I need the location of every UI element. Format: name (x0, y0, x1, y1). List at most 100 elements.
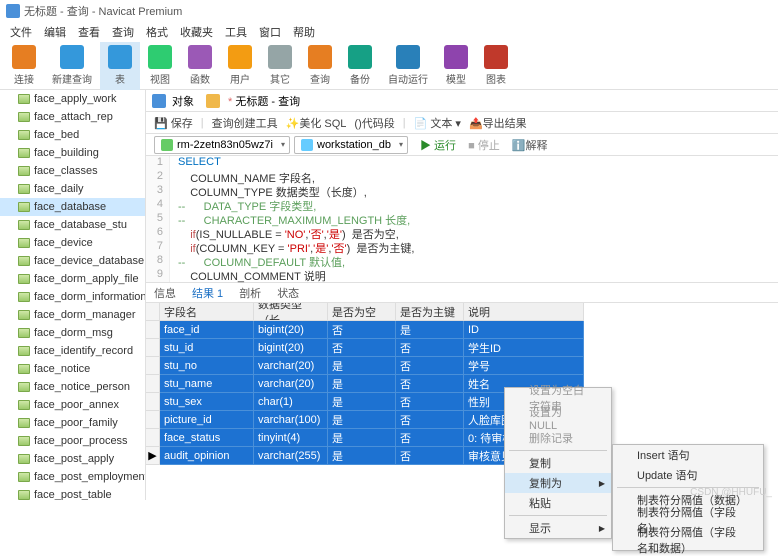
stop-button[interactable]: ■ 停止 (468, 137, 500, 153)
table-face_poor_annex[interactable]: face_poor_annex (0, 396, 145, 414)
run-button[interactable]: ▶ 运行 (420, 137, 456, 153)
menu-item[interactable]: 制表符分隔值（字段名） (613, 510, 763, 530)
table-face_post_table[interactable]: face_post_table (0, 486, 145, 500)
table-face_bed[interactable]: face_bed (0, 126, 145, 144)
cell[interactable]: audit_opinion (160, 447, 254, 465)
table-face_dorm_msg[interactable]: face_dorm_msg (0, 324, 145, 342)
result-tab-2[interactable]: 剖析 (239, 285, 261, 301)
menu-窗口[interactable]: 窗口 (253, 24, 287, 40)
cell[interactable]: varchar(20) (254, 357, 328, 375)
menu-编辑[interactable]: 编辑 (38, 24, 72, 40)
menu-格式[interactable]: 格式 (140, 24, 174, 40)
cell[interactable]: face_id (160, 321, 254, 339)
cell[interactable]: varchar(255) (254, 447, 328, 465)
table-face_classes[interactable]: face_classes (0, 162, 145, 180)
menu-item[interactable]: 显示▶ (505, 518, 611, 538)
menu-item[interactable]: 复制 (505, 453, 611, 473)
table-face_device_database[interactable]: face_device_database (0, 252, 145, 270)
cell[interactable]: stu_sex (160, 393, 254, 411)
result-tab-3[interactable]: 状态 (277, 285, 299, 301)
toolbar-other[interactable]: 其它 (260, 42, 300, 90)
table-face_apply_work[interactable]: face_apply_work (0, 90, 145, 108)
menu-文件[interactable]: 文件 (4, 24, 38, 40)
cell[interactable]: 否 (396, 429, 464, 447)
tab-object[interactable]: 对象 (172, 93, 194, 109)
menu-工具[interactable]: 工具 (219, 24, 253, 40)
col-header[interactable]: 是否为主键 (396, 303, 464, 321)
table-face_poor_family[interactable]: face_poor_family (0, 414, 145, 432)
cell[interactable]: 否 (396, 447, 464, 465)
cell[interactable]: stu_no (160, 357, 254, 375)
result-grid[interactable]: 字段名数据类型（长是否为空是否为主键说明face_idbigint(20)否是I… (146, 303, 778, 465)
cell[interactable]: bigint(20) (254, 339, 328, 357)
cell[interactable]: 是 (328, 393, 396, 411)
menu-帮助[interactable]: 帮助 (287, 24, 321, 40)
cell[interactable]: 否 (396, 357, 464, 375)
table-face_building[interactable]: face_building (0, 144, 145, 162)
context-menu[interactable]: 设置为空白字符串设置为 NULL删除记录复制复制为▶粘贴显示▶ (504, 387, 612, 539)
export-button[interactable]: 📤导出结果 (469, 115, 527, 131)
cell[interactable]: stu_id (160, 339, 254, 357)
cell[interactable]: ID (464, 321, 584, 339)
toolbar-chart[interactable]: 图表 (476, 42, 516, 90)
col-header[interactable]: 字段名 (160, 303, 254, 321)
db-dropdown[interactable]: workstation_db (294, 136, 408, 154)
cell[interactable]: bigint(20) (254, 321, 328, 339)
toolbar-backup[interactable]: 备份 (340, 42, 380, 90)
menu-item[interactable]: 制表符分隔值（字段名和数据） (613, 530, 763, 550)
query-builder-button[interactable]: 查询创建工具 (212, 115, 278, 131)
toolbar-auto[interactable]: 自动运行 (380, 42, 436, 90)
cell[interactable]: 是 (328, 375, 396, 393)
table-face_daily[interactable]: face_daily (0, 180, 145, 198)
table-face_poor_process[interactable]: face_poor_process (0, 432, 145, 450)
table-face_dorm_manager[interactable]: face_dorm_manager (0, 306, 145, 324)
cell[interactable]: varchar(100) (254, 411, 328, 429)
result-tab-1[interactable]: 结果 1 (192, 285, 223, 301)
menu-收藏夹[interactable]: 收藏夹 (174, 24, 219, 40)
toolbar-view[interactable]: 视图 (140, 42, 180, 90)
cell[interactable]: 是 (328, 429, 396, 447)
toolbar-newq[interactable]: 新建查询 (44, 42, 100, 90)
table-face_notice_person[interactable]: face_notice_person (0, 378, 145, 396)
menu-查询[interactable]: 查询 (106, 24, 140, 40)
cell[interactable]: char(1) (254, 393, 328, 411)
col-header[interactable]: 说明 (464, 303, 584, 321)
cell[interactable]: 学号 (464, 357, 584, 375)
toolbar-table[interactable]: 表 (100, 42, 140, 90)
cell[interactable]: 是 (328, 447, 396, 465)
menu-item[interactable]: Insert 语句 (613, 445, 763, 465)
table-face_device[interactable]: face_device (0, 234, 145, 252)
table-face_identify_record[interactable]: face_identify_record (0, 342, 145, 360)
cell[interactable]: tinyint(4) (254, 429, 328, 447)
cell[interactable]: 否 (396, 339, 464, 357)
table-face_post_apply[interactable]: face_post_apply (0, 450, 145, 468)
table-face_dorm_apply_file[interactable]: face_dorm_apply_file (0, 270, 145, 288)
table-face_database[interactable]: face_database (0, 198, 145, 216)
table-face_database_stu[interactable]: face_database_stu (0, 216, 145, 234)
cell[interactable]: varchar(20) (254, 375, 328, 393)
cell[interactable]: 学生ID (464, 339, 584, 357)
tab-query[interactable]: * 无标题 - 查询 (226, 93, 300, 109)
menu-item[interactable]: 粘贴 (505, 493, 611, 513)
table-face_attach_rep[interactable]: face_attach_rep (0, 108, 145, 126)
save-button[interactable]: 💾 保存 (154, 115, 193, 131)
text-button[interactable]: 📄 文本 ▾ (414, 115, 461, 131)
cell[interactable]: 否 (396, 411, 464, 429)
cell[interactable]: 否 (396, 393, 464, 411)
table-face_dorm_information[interactable]: face_dorm_information (0, 288, 145, 306)
table-face_notice[interactable]: face_notice (0, 360, 145, 378)
toolbar-plug[interactable]: 连接 (4, 42, 44, 90)
explain-button[interactable]: ℹ️解释 (512, 137, 548, 153)
cell[interactable]: 否 (328, 321, 396, 339)
cell[interactable]: stu_name (160, 375, 254, 393)
toolbar-query[interactable]: 查询 (300, 42, 340, 90)
toolbar-fx[interactable]: 函数 (180, 42, 220, 90)
sql-editor[interactable]: 1SELECT2 COLUMN_NAME 字段名,3 COLUMN_TYPE 数… (146, 156, 778, 283)
server-dropdown[interactable]: rm-2zetn83n05wz7i (154, 136, 290, 154)
cell[interactable]: 是 (396, 321, 464, 339)
cell[interactable]: picture_id (160, 411, 254, 429)
cell[interactable]: face_status (160, 429, 254, 447)
cell[interactable]: 否 (328, 339, 396, 357)
cell[interactable]: 是 (328, 411, 396, 429)
code-snippet-button[interactable]: ()代码段 (354, 115, 394, 131)
